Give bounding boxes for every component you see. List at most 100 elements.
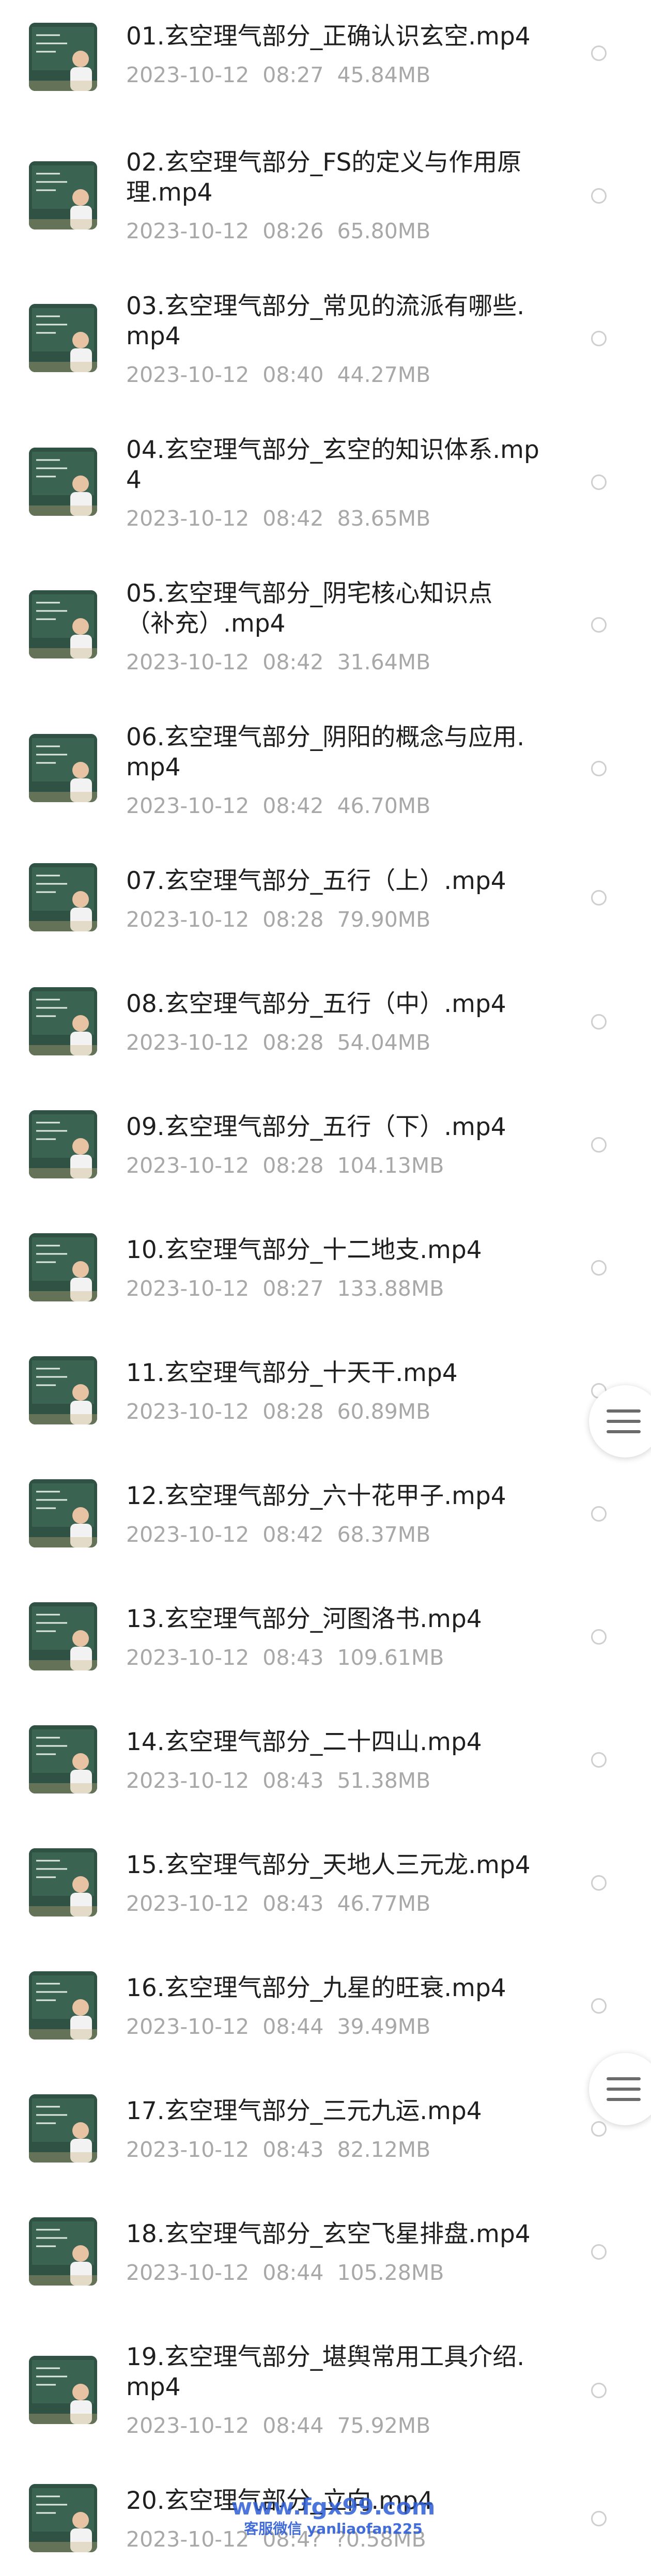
file-list-item[interactable]: 06.玄空理气部分_阴阳的概念与应用.mp4 2023-10-12 08:42 46.… [0, 0, 651, 2576]
file-meta: 2023-10-12 08:42 31.64MB [126, 649, 430, 675]
select-radio[interactable] [591, 1629, 607, 1645]
file-meta: 2023-10-12 08:28 54.04MB [126, 1030, 430, 1055]
file-name: 17.玄空理气部分_三元九运.mp4 [126, 2097, 482, 2125]
select-radio[interactable] [591, 45, 607, 61]
file-date: 2023-10-12 [126, 2137, 250, 2162]
file-name: 18.玄空理气部分_玄空飞星排盘.mp4 [126, 2220, 531, 2248]
file-meta: 2023-10-12 08:44 75.92MB [126, 2413, 430, 2439]
file-date: 2023-10-12 [126, 2260, 250, 2285]
file-time: 08:4? [262, 2527, 322, 2552]
file-list-item[interactable]: 14.玄空理气部分_二十四山.mp4 2023-10-12 08:43 51.38MB [0, 0, 651, 2576]
file-meta: 2023-10-12 08:28 79.90MB [126, 907, 430, 932]
file-time: 08:40 [262, 362, 324, 387]
file-list-item[interactable]: 02.玄空理气部分_FS的定义与作用原理.mp4 2023-10-12 08:26 6… [0, 0, 651, 2576]
file-time: 08:26 [262, 219, 324, 243]
file-list-item[interactable]: 09.玄空理气部分_五行（下）.mp4 2023-10-12 08:28 104.13… [0, 0, 651, 2576]
file-time: 08:43 [262, 2137, 324, 2162]
file-list-item[interactable]: 03.玄空理气部分_常见的流派有哪些.mp4 2023-10-12 08:40 44.… [0, 0, 651, 2576]
file-size: 51.38MB [337, 1768, 431, 1793]
file-time: 08:28 [262, 907, 324, 932]
file-list-item[interactable]: 04.玄空理气部分_玄空的知识体系.mp4 2023-10-12 08:42 83.6… [0, 0, 651, 2576]
file-list-item[interactable]: 20.玄空理气部分_立向.mp4 2023-10-12 08:4? ?0.58MB [0, 0, 651, 2576]
select-radio[interactable] [591, 761, 607, 776]
select-radio[interactable] [591, 1998, 607, 2014]
file-date: 2023-10-12 [126, 2527, 250, 2552]
file-name: 20.玄空理气部分_立向.mp4 [126, 2487, 433, 2515]
file-list-item[interactable]: 01.玄空理气部分_正确认识玄空.mp4 2023-10-12 08:27 45.84… [0, 0, 651, 2576]
file-time: 08:42 [262, 650, 324, 674]
select-radio[interactable] [591, 617, 607, 633]
file-time: 08:44 [262, 2260, 324, 2285]
file-size: 65.80MB [337, 219, 431, 243]
file-size: 60.89MB [337, 1399, 431, 1424]
file-name: 09.玄空理气部分_五行（下）.mp4 [126, 1113, 506, 1141]
select-radio[interactable] [591, 1014, 607, 1030]
file-date: 2023-10-12 [126, 1768, 250, 1793]
file-list-item[interactable]: 13.玄空理气部分_河图洛书.mp4 2023-10-12 08:43 109.61M… [0, 0, 651, 2576]
file-date: 2023-10-12 [126, 1153, 250, 1178]
video-thumbnail [29, 1479, 97, 1547]
file-size: ?0.58MB [335, 2527, 426, 2552]
menu-icon [607, 2077, 641, 2101]
file-list-item[interactable]: 15.玄空理气部分_天地人三元龙.mp4 2023-10-12 08:43 46.77… [0, 0, 651, 2576]
file-meta: 2023-10-12 08:44 105.28MB [126, 2260, 444, 2286]
file-time: 08:27 [262, 63, 324, 87]
video-thumbnail [29, 987, 97, 1055]
file-name: 10.玄空理气部分_十二地支.mp4 [126, 1236, 482, 1264]
file-size: 54.04MB [337, 1030, 431, 1055]
select-radio[interactable] [591, 1875, 607, 1891]
file-size: 75.92MB [337, 2413, 431, 2438]
video-thumbnail [29, 734, 97, 802]
file-size: 83.65MB [337, 506, 431, 531]
file-name: 19.玄空理气部分_堪舆常用工具介绍.mp4 [126, 2343, 525, 2401]
file-size: 46.70MB [337, 793, 431, 818]
select-radio[interactable] [591, 188, 607, 204]
file-date: 2023-10-12 [126, 650, 250, 674]
select-radio[interactable] [591, 1752, 607, 1768]
select-radio[interactable] [591, 890, 607, 906]
file-size: 39.49MB [337, 2014, 431, 2039]
file-name: 12.玄空理气部分_六十花甲子.mp4 [126, 1482, 506, 1510]
select-radio[interactable] [591, 1260, 607, 1276]
video-thumbnail [29, 23, 97, 91]
file-list-item[interactable]: 18.玄空理气部分_玄空飞星排盘.mp4 2023-10-12 08:44 105.2… [0, 0, 651, 2576]
file-meta: 2023-10-12 08:27 45.84MB [126, 62, 430, 88]
file-list-item[interactable]: 05.玄空理气部分_阴宅核心知识点（补充）.mp4 2023-10-12 08:42… [0, 0, 651, 2576]
video-thumbnail [29, 2217, 97, 2286]
select-radio[interactable] [591, 2383, 607, 2398]
file-list-item[interactable]: 17.玄空理气部分_三元九运.mp4 2023-10-12 08:43 82.12MB [0, 0, 651, 2576]
file-name: 14.玄空理气部分_二十四山.mp4 [126, 1728, 482, 1756]
file-name: 06.玄空理气部分_阴阳的概念与应用.mp4 [126, 723, 525, 781]
file-time: 08:42 [262, 1522, 324, 1547]
file-list-item[interactable]: 12.玄空理气部分_六十花甲子.mp4 2023-10-12 08:42 68.37M… [0, 0, 651, 2576]
file-date: 2023-10-12 [126, 1522, 250, 1547]
select-radio[interactable] [591, 1506, 607, 1522]
video-thumbnail [29, 1971, 97, 2040]
file-list-item[interactable]: 07.玄空理气部分_五行（上）.mp4 2023-10-12 08:28 79.90M… [0, 0, 651, 2576]
file-meta: 2023-10-12 08:4? ?0.58MB [126, 2526, 426, 2552]
select-radio[interactable] [591, 331, 607, 346]
select-radio[interactable] [591, 2511, 607, 2526]
file-list-item[interactable]: 16.玄空理气部分_九星的旺衰.mp4 2023-10-12 08:44 39.49M… [0, 0, 651, 2576]
video-thumbnail [29, 2094, 97, 2163]
file-meta: 2023-10-12 08:42 68.37MB [126, 1522, 430, 1547]
file-date: 2023-10-12 [126, 1276, 250, 1301]
file-list-item[interactable]: 08.玄空理气部分_五行（中）.mp4 2023-10-12 08:28 54.04M… [0, 0, 651, 2576]
video-thumbnail [29, 1602, 97, 1670]
file-meta: 2023-10-12 08:43 109.61MB [126, 1645, 444, 1670]
file-list-item[interactable]: 10.玄空理气部分_十二地支.mp4 2023-10-12 08:27 133.88M… [0, 0, 651, 2576]
select-radio[interactable] [591, 1137, 607, 1153]
file-size: 68.37MB [337, 1522, 431, 1547]
file-time: 08:44 [262, 2014, 324, 2039]
file-list-item[interactable]: 11.玄空理气部分_十天干.mp4 2023-10-12 08:28 60.89MB [0, 0, 651, 2576]
file-time: 08:28 [262, 1030, 324, 1055]
file-time: 08:43 [262, 1645, 324, 1670]
select-radio[interactable] [591, 2244, 607, 2260]
select-radio[interactable] [591, 474, 607, 490]
video-thumbnail [29, 1110, 97, 1178]
file-list-item[interactable]: 19.玄空理气部分_堪舆常用工具介绍.mp4 2023-10-12 08:44 75.… [0, 0, 651, 2576]
file-date: 2023-10-12 [126, 362, 250, 387]
file-size: 109.61MB [337, 1645, 444, 1670]
file-meta: 2023-10-12 08:42 83.65MB [126, 505, 430, 531]
select-radio[interactable] [591, 2121, 607, 2137]
